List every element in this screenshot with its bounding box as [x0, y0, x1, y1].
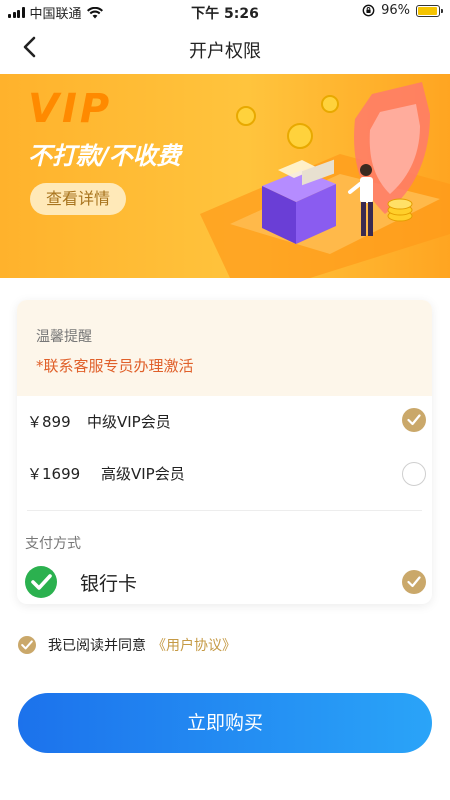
- battery-level: [418, 6, 438, 15]
- plan-name: 中级VIP会员: [87, 413, 171, 431]
- view-details-button[interactable]: 查看详情: [30, 183, 126, 215]
- payment-method-label: 支付方式: [25, 536, 81, 552]
- check-icon[interactable]: [402, 408, 426, 432]
- payment-option-bank-card[interactable]: 银行卡: [17, 560, 432, 604]
- payment-method-name: 银行卡: [80, 573, 138, 595]
- vip-banner: VIP 不打款/不收费 查看详情: [0, 74, 450, 278]
- page-title: 开户权限: [189, 41, 261, 62]
- agreement-row: 我已阅读并同意 《用户协议》: [18, 633, 236, 657]
- notice-text: *联系客服专员办理激活: [36, 357, 194, 375]
- status-bar: 中国联通 下午 5:26 96%: [0, 0, 450, 22]
- orientation-lock-icon: [362, 4, 375, 17]
- buy-now-button[interactable]: 立即购买: [18, 693, 432, 753]
- user-agreement-link[interactable]: 《用户协议》: [152, 635, 236, 655]
- banner-vip-text: VIP: [28, 86, 113, 132]
- wechat-pay-icon: [25, 566, 57, 598]
- plan-name: 高级VIP会员: [101, 465, 185, 483]
- notice-title: 温馨提醒: [36, 329, 92, 345]
- plan-option-advanced[interactable]: ￥1699 高级VIP会员: [17, 448, 432, 500]
- membership-card: 温馨提醒 *联系客服专员办理激活 ￥899 中级VIP会员 ￥1699 高级VI…: [17, 300, 432, 604]
- banner-slogan: 不打款/不收费: [28, 142, 181, 170]
- plan-option-intermediate[interactable]: ￥899 中级VIP会员: [17, 396, 432, 448]
- plan-price: ￥1699: [27, 465, 81, 483]
- plan-price: ￥899: [27, 413, 71, 431]
- banner-illustration: [200, 82, 450, 278]
- notice-box: 温馨提醒 *联系客服专员办理激活: [17, 300, 432, 396]
- battery-icon: [416, 4, 443, 17]
- agreement-check-icon[interactable]: [18, 636, 36, 654]
- agreement-text: 我已阅读并同意: [48, 638, 146, 654]
- nav-bar: 开户权限: [0, 22, 450, 74]
- divider: [27, 510, 422, 511]
- check-icon[interactable]: [402, 570, 426, 594]
- unchecked-circle-icon[interactable]: [402, 462, 426, 486]
- battery-percent: 96%: [381, 3, 410, 18]
